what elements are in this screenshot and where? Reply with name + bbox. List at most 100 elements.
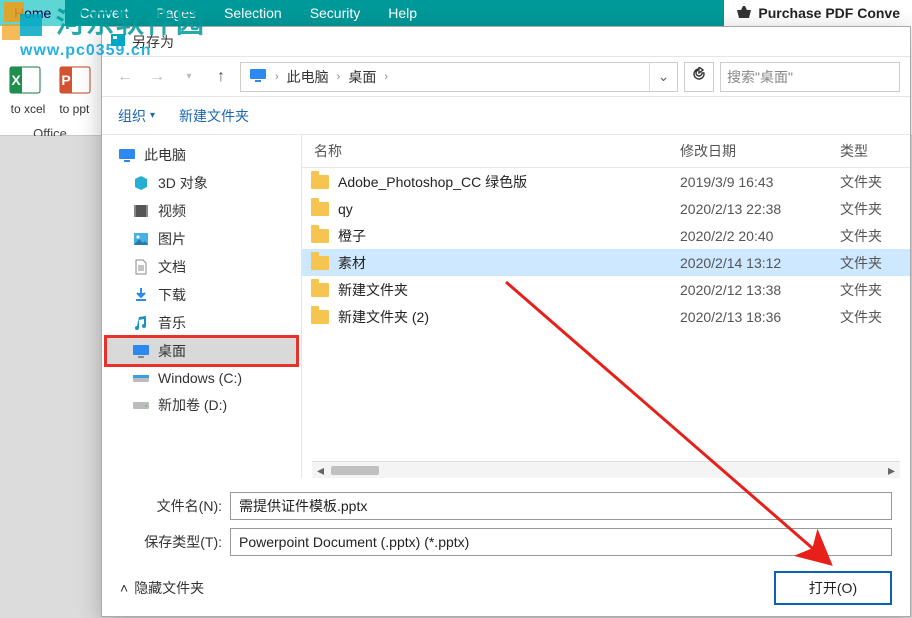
drive-icon [132,369,150,387]
to-excel-button[interactable]: X [5,60,45,100]
purchase-label: Purchase PDF Conve [758,5,900,21]
menu-convert[interactable]: Convert [65,0,142,26]
crumb-desktop[interactable]: 桌面 [344,63,380,91]
tree-item-music[interactable]: 音乐 [106,309,297,337]
open-button[interactable]: 打开(O) [774,571,892,605]
tree-label: 新加卷 (D:) [158,395,227,415]
chevron-right-icon: › [275,71,279,83]
tree-item-this-pc[interactable]: 此电脑 [106,141,297,169]
list-item[interactable]: 新建文件夹2020/2/12 13:38文件夹 [302,276,910,303]
item-date: 2020/2/13 22:38 [680,201,840,217]
item-name: 新建文件夹 (2) [338,307,680,327]
cube-icon [132,174,150,192]
item-type: 文件夹 [840,307,910,327]
crumb-pc[interactable]: 此电脑 [283,63,333,91]
filename-input[interactable]: 需提供证件模板.pptx [230,492,892,520]
nav-forward[interactable]: → [144,64,170,90]
tree-item-downloads[interactable]: 下载 [106,281,297,309]
search-placeholder: 搜索"桌面" [727,67,793,87]
to-ppt-label: to ppt [59,102,89,116]
scroll-left-icon[interactable]: ◂ [312,462,329,479]
film-icon [132,202,150,220]
breadcrumb-dropdown[interactable]: ⌄ [649,63,677,91]
filetype-select[interactable]: Powerpoint Document (.pptx) (*.pptx) [230,528,892,556]
dialog-navrow: ← → ▾ ↑ › 此电脑 › 桌面 › ⌄ 搜索"桌面" [102,57,910,97]
arrow-up-icon: ↑ [217,68,225,86]
list-item[interactable]: 素材2020/2/14 13:12文件夹 [302,249,910,276]
to-excel-label: to xcel [11,102,46,116]
chevron-down-icon: ▾ [186,71,191,82]
drive-icon [132,396,150,414]
open-button-label: 打开(O) [809,578,857,598]
item-type: 文件夹 [840,199,910,219]
filetype-label: 保存类型(T): [120,532,230,552]
item-type: 文件夹 [840,172,910,192]
nav-back[interactable]: ← [112,64,138,90]
folder-icon [302,175,338,189]
chevron-up-icon: ˄ [120,580,128,596]
dialog-app-icon [110,32,126,51]
folder-icon [302,256,338,270]
filetype-row: 保存类型(T): Powerpoint Document (.pptx) (*.… [102,524,910,560]
new-folder-button[interactable]: 新建文件夹 [179,106,249,126]
list-header[interactable]: 名称 修改日期 类型 [302,135,910,168]
dialog-footer: ˄ 隐藏文件夹 打开(O) [102,560,910,616]
to-ppt-button[interactable]: P [55,60,95,100]
col-name[interactable]: 名称 [302,141,680,161]
tree-item-3d[interactable]: 3D 对象 [106,169,297,197]
menu-home[interactable]: Home [0,0,65,26]
folder-icon [302,283,338,297]
hide-folders-label: 隐藏文件夹 [134,578,204,598]
folder-icon [302,229,338,243]
organize-button[interactable]: 组织 ▾ [118,106,155,126]
item-date: 2020/2/2 20:40 [680,228,840,244]
nav-recent[interactable]: ▾ [176,64,202,90]
menu-security[interactable]: Security [296,0,375,26]
purchase-button[interactable]: Purchase PDF Conve [724,0,912,26]
folder-icon [302,202,338,216]
tree-item-drive-c[interactable]: Windows (C:) [106,365,297,391]
list-item[interactable]: 橙子2020/2/2 20:40文件夹 [302,222,910,249]
desktop-icon [132,342,150,360]
folder-tree[interactable]: 此电脑 3D 对象 视频 图片 文档 下载 [102,135,302,478]
dialog-title: 另存为 [132,32,174,52]
tree-item-desktop[interactable]: 桌面 [106,337,297,365]
item-name: Adobe_Photoshop_CC 绿色版 [338,172,680,192]
document-icon [132,258,150,276]
nav-up[interactable]: ↑ [208,64,234,90]
music-icon [132,314,150,332]
image-icon [132,230,150,248]
list-item[interactable]: qy2020/2/13 22:38文件夹 [302,195,910,222]
chevron-right-icon: › [337,71,341,83]
hide-folders-button[interactable]: ˄ 隐藏文件夹 [120,578,204,598]
refresh-icon [692,67,706,86]
tree-label: 此电脑 [144,145,186,165]
col-type[interactable]: 类型 [840,141,910,161]
refresh-button[interactable] [684,62,714,92]
list-body: Adobe_Photoshop_CC 绿色版2019/3/9 16:43文件夹q… [302,168,910,330]
item-name: qy [338,201,680,217]
scroll-right-icon[interactable]: ▸ [883,462,900,479]
dialog-toolbar: 组织 ▾ 新建文件夹 [102,97,910,135]
menu-help[interactable]: Help [374,0,431,26]
tree-label: 图片 [158,229,186,249]
search-input[interactable]: 搜索"桌面" [720,62,900,92]
tree-label: 音乐 [158,313,186,333]
item-date: 2020/2/14 13:12 [680,255,840,271]
breadcrumb[interactable]: › 此电脑 › 桌面 › ⌄ [240,62,678,92]
menu-selection[interactable]: Selection [210,0,296,26]
tree-item-videos[interactable]: 视频 [106,197,297,225]
filename-label: 文件名(N): [120,496,230,516]
col-date[interactable]: 修改日期 [680,141,840,161]
list-item[interactable]: Adobe_Photoshop_CC 绿色版2019/3/9 16:43文件夹 [302,168,910,195]
item-date: 2019/3/9 16:43 [680,174,840,190]
menu-pages[interactable]: Pages [142,0,210,26]
tree-item-drive-d[interactable]: 新加卷 (D:) [106,391,297,419]
tree-item-pictures[interactable]: 图片 [106,225,297,253]
scroll-thumb[interactable] [331,466,379,475]
horizontal-scrollbar[interactable]: ◂ ▸ [312,461,900,478]
tree-label: Windows (C:) [158,370,242,386]
list-item[interactable]: 新建文件夹 (2)2020/2/13 18:36文件夹 [302,303,910,330]
item-type: 文件夹 [840,280,910,300]
tree-item-documents[interactable]: 文档 [106,253,297,281]
